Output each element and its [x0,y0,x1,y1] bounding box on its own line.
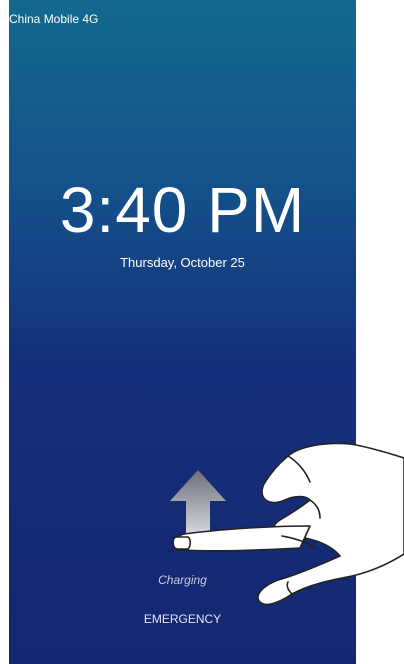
lock-screen-date: Thursday, October 25 [120,255,245,270]
lock-screen-clock: 3:40 PM [59,174,306,246]
carrier-label: China Mobile 4G [9,12,99,26]
emergency-button[interactable]: EMERGENCY [9,612,356,626]
pointing-hand-icon [172,442,404,606]
